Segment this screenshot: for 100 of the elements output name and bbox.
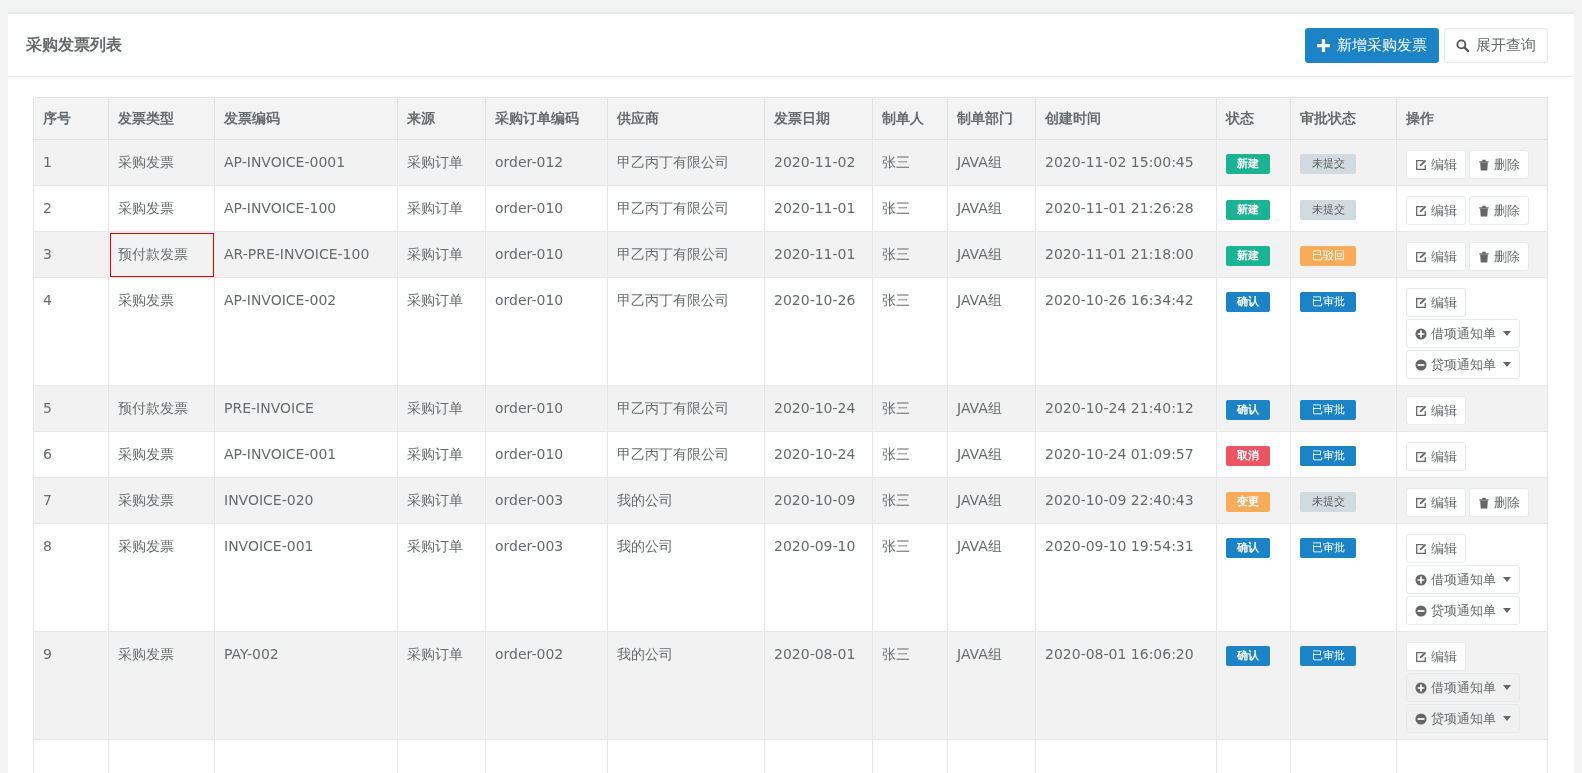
plus-circle-icon <box>1415 327 1427 340</box>
table-cell: 采购订单 <box>397 477 486 524</box>
table-cell: 7 <box>33 477 109 524</box>
table-cell: 采购发票 <box>108 277 215 386</box>
status-badge: 变更 <box>1226 492 1270 512</box>
table-cell: 张三 <box>872 277 948 386</box>
table-cell: 2020-08-01 <box>764 631 873 740</box>
delete-button[interactable]: 删除 <box>1469 196 1529 225</box>
plus-circle-icon <box>1415 573 1427 586</box>
table-cell: 2020-10-09 <box>764 477 873 524</box>
edit-icon <box>1415 650 1427 663</box>
column-header: 状态 <box>1216 97 1291 140</box>
table-cell: 采购发票 <box>108 431 215 478</box>
search-icon <box>1456 38 1469 52</box>
table-cell: 2020-10-26 <box>764 277 873 386</box>
table-cell: 8 <box>33 523 109 632</box>
edit-icon <box>1415 296 1427 309</box>
column-header: 发票类型 <box>108 97 215 140</box>
table-cell: 采购订单 <box>397 231 486 278</box>
table-cell: order-002 <box>485 631 608 740</box>
table-cell: 张三 <box>872 477 948 524</box>
table-cell: 2020-10-24 <box>764 385 873 432</box>
approval-badge: 已审批 <box>1300 646 1356 666</box>
table-cell: AP-INVOICE-002 <box>214 277 398 386</box>
table-cell: 采购发票 <box>108 477 215 524</box>
table-cell: 2020-09-10 19:54:31 <box>1035 523 1217 632</box>
add-button[interactable]: 新增采购发票 <box>1305 27 1439 63</box>
edit-button[interactable]: 编辑 <box>1406 534 1466 563</box>
edit-button[interactable]: 编辑 <box>1406 242 1466 271</box>
table-cell: 5 <box>33 385 109 432</box>
caret-icon <box>1503 577 1511 582</box>
caret-icon <box>1503 331 1511 336</box>
table-cell: 甲乙丙丁有限公司 <box>607 185 765 232</box>
status-badge: 确认 <box>1226 292 1270 312</box>
column-header: 创建时间 <box>1035 97 1217 140</box>
table-cell: 采购订单 <box>397 277 486 386</box>
edit-icon <box>1415 496 1427 509</box>
edit-button[interactable]: 编辑 <box>1406 150 1466 179</box>
status-badge: 确认 <box>1226 538 1270 558</box>
table-cell: 2020-10-24 01:09:57 <box>1035 431 1217 478</box>
table-cell: 6 <box>33 431 109 478</box>
column-header: 制单人 <box>872 97 948 140</box>
table-cell: 张三 <box>872 431 948 478</box>
table-cell: 采购订单 <box>397 523 486 632</box>
table-cell: 2020-09-10 <box>764 523 873 632</box>
edit-button[interactable]: 编辑 <box>1406 642 1466 671</box>
edit-button[interactable]: 编辑 <box>1406 196 1466 225</box>
table-cell: INVOICE-001 <box>214 523 398 632</box>
table-cell: AP-INVOICE-001 <box>214 431 398 478</box>
table-cell: JAVA组 <box>947 185 1036 232</box>
approval-badge: 未提交 <box>1300 154 1356 174</box>
debit-note-dropdown[interactable]: 借项通知单 <box>1406 565 1520 594</box>
table-cell: 2020-11-01 <box>764 231 873 278</box>
table-cell: 2020-10-26 16:34:42 <box>1035 277 1217 386</box>
column-header: 审批状态 <box>1290 97 1397 140</box>
plus-circle-icon <box>1415 681 1427 694</box>
table-cell: 2020-10-24 <box>764 431 873 478</box>
table-cell: order-012 <box>485 139 608 186</box>
table-cell: 2020-11-02 15:00:45 <box>1035 139 1217 186</box>
credit-note-dropdown[interactable]: 贷项通知单 <box>1406 596 1520 625</box>
table-cell: JAVA组 <box>947 139 1036 186</box>
edit-button[interactable]: 编辑 <box>1406 488 1466 517</box>
table-cell: 2020-11-01 <box>764 185 873 232</box>
edit-icon <box>1415 542 1427 555</box>
table-cell: 采购订单 <box>397 431 486 478</box>
debit-note-dropdown[interactable]: 借项通知单 <box>1406 319 1520 348</box>
status-badge: 取消 <box>1226 446 1270 466</box>
table-cell: JAVA组 <box>947 631 1036 740</box>
table-cell: AR-PRE-INVOICE-100 <box>214 231 398 278</box>
delete-button[interactable]: 删除 <box>1469 150 1529 179</box>
column-header: 操作 <box>1396 97 1548 140</box>
table-cell: PAY-002 <box>214 631 398 740</box>
approval-badge: 已审批 <box>1300 400 1356 420</box>
table-cell: 采购订单 <box>397 631 486 740</box>
table-cell: order-010 <box>485 185 608 232</box>
edit-icon <box>1415 450 1427 463</box>
edit-button[interactable]: 编辑 <box>1406 396 1466 425</box>
delete-button[interactable]: 删除 <box>1469 488 1529 517</box>
approval-badge: 已审批 <box>1300 538 1356 558</box>
table-cell: JAVA组 <box>947 477 1036 524</box>
minus-circle-icon <box>1415 712 1427 725</box>
table-cell: 我的公司 <box>607 631 765 740</box>
table-cell: AP-INVOICE-0001 <box>214 139 398 186</box>
table-cell: 3 <box>33 231 109 278</box>
credit-note-dropdown[interactable]: 贷项通知单 <box>1406 350 1520 379</box>
table-cell: 2020-10-24 21:40:12 <box>1035 385 1217 432</box>
table-cell: JAVA组 <box>947 431 1036 478</box>
approval-badge: 已审批 <box>1300 446 1356 466</box>
search-button[interactable]: 展开查询 <box>1444 27 1548 63</box>
table-cell: 2020-08-01 16:06:20 <box>1035 631 1217 740</box>
table-cell: 预付款发票 <box>108 385 215 432</box>
table-cell: order-010 <box>485 277 608 386</box>
edit-button[interactable]: 编辑 <box>1406 288 1466 317</box>
table-cell: 我的公司 <box>607 477 765 524</box>
table-cell: JAVA组 <box>947 231 1036 278</box>
edit-icon <box>1415 158 1427 171</box>
table-cell: 2020-11-01 21:18:00 <box>1035 231 1217 278</box>
delete-button[interactable]: 删除 <box>1469 242 1529 271</box>
edit-button[interactable]: 编辑 <box>1406 442 1466 471</box>
trash-icon <box>1478 250 1490 263</box>
